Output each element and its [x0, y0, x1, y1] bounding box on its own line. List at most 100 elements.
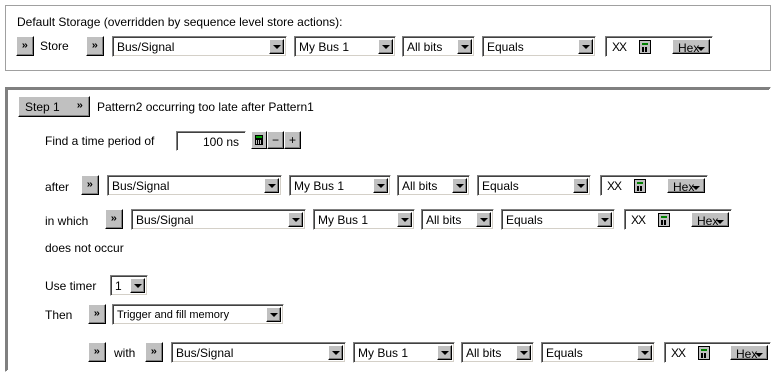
after-value-field[interactable]: XX Hex — [600, 175, 708, 196]
time-period-value: 100 ns — [202, 135, 239, 149]
store-operator-select[interactable]: Equals — [482, 36, 596, 57]
with-outer-menu-button[interactable]: » — [88, 342, 106, 362]
with-value-field[interactable]: XX Hex — [664, 342, 771, 363]
plus-icon: + — [288, 133, 296, 147]
in-which-operator-select[interactable]: Equals — [501, 209, 615, 230]
dropdown-arrow-icon[interactable] — [457, 39, 472, 54]
dropdown-arrow-icon[interactable] — [437, 345, 452, 360]
time-decrement-button[interactable]: − — [267, 131, 284, 149]
dropdown-arrow-icon[interactable] — [130, 278, 145, 293]
chevron-down-icon: » — [91, 40, 99, 51]
in-which-bits-select[interactable]: All bits — [421, 209, 494, 230]
step-button[interactable]: Step 1 » — [18, 96, 90, 117]
step-button-label: Step 1 — [25, 99, 60, 114]
dropdown-arrow-icon[interactable] — [373, 178, 388, 193]
chevron-down-icon: » — [93, 346, 101, 357]
does-not-occur-label: does not occur — [45, 241, 124, 255]
chevron-down-icon: » — [150, 346, 158, 357]
dropdown-arrow-icon[interactable] — [597, 212, 612, 227]
in-which-bus-select[interactable]: My Bus 1 — [313, 209, 415, 230]
store-type-menu-button[interactable]: » — [86, 36, 104, 56]
after-bus-select[interactable]: My Bus 1 — [289, 175, 391, 196]
dropdown-arrow-icon[interactable] — [573, 178, 588, 193]
chevron-down-icon: » — [86, 179, 94, 190]
in-which-value-text: XX — [631, 213, 646, 227]
chevron-down-icon: » — [110, 213, 118, 224]
dropdown-arrow-icon[interactable] — [476, 212, 491, 227]
timer-value: 1 — [115, 279, 122, 293]
after-source-select[interactable]: Bus/Signal — [107, 175, 282, 196]
store-bus-value: My Bus 1 — [299, 40, 350, 54]
in-which-value-field[interactable]: XX Hex — [624, 209, 732, 230]
radix-label: Hex — [697, 214, 719, 228]
store-source-select[interactable]: Bus/Signal — [112, 36, 287, 57]
in-which-menu-button[interactable]: » — [105, 209, 123, 229]
with-source-select[interactable]: Bus/Signal — [171, 342, 346, 363]
dropdown-arrow-icon[interactable] — [266, 307, 281, 322]
time-period-input[interactable]: 100 ns — [176, 131, 246, 151]
after-operator-value: Equals — [482, 179, 519, 193]
dropdown-arrow-icon[interactable] — [397, 212, 412, 227]
calculator-icon[interactable] — [639, 40, 651, 54]
action-value: Trigger and fill memory — [117, 309, 230, 321]
radix-label: Hex — [736, 347, 758, 361]
timer-select[interactable]: 1 — [110, 275, 148, 296]
dropdown-arrow-icon[interactable] — [378, 39, 393, 54]
with-operator-value: Equals — [546, 346, 583, 360]
store-value-text: XX — [612, 40, 627, 54]
dropdown-arrow-icon[interactable] — [637, 345, 652, 360]
after-operator-select[interactable]: Equals — [477, 175, 591, 196]
then-menu-button[interactable]: » — [88, 304, 106, 324]
with-menu-button[interactable]: » — [145, 342, 163, 362]
with-label: with — [114, 346, 136, 360]
with-bus-select[interactable]: My Bus 1 — [353, 342, 455, 363]
calculator-icon[interactable] — [698, 346, 710, 360]
with-operator-select[interactable]: Equals — [541, 342, 655, 363]
dropdown-arrow-icon[interactable] — [269, 39, 284, 54]
time-calculator-button[interactable] — [251, 131, 267, 149]
with-bus-value: My Bus 1 — [358, 346, 409, 360]
dropdown-arrow-icon[interactable] — [516, 345, 531, 360]
time-increment-button[interactable]: + — [284, 131, 301, 149]
after-source-value: Bus/Signal — [112, 179, 170, 193]
after-bus-value: My Bus 1 — [294, 179, 345, 193]
radix-label: Hex — [678, 41, 700, 55]
with-value-text: XX — [671, 346, 686, 360]
store-label: Store — [40, 39, 69, 53]
with-radix-button[interactable]: Hex — [730, 345, 768, 361]
with-source-value: Bus/Signal — [176, 346, 234, 360]
store-bits-select[interactable]: All bits — [402, 36, 475, 57]
in-which-operator-value: Equals — [506, 213, 543, 227]
calculator-icon[interactable] — [658, 213, 670, 227]
in-which-radix-button[interactable]: Hex — [691, 212, 729, 228]
dropdown-arrow-icon[interactable] — [288, 212, 303, 227]
after-bits-select[interactable]: All bits — [397, 175, 470, 196]
store-menu-button[interactable]: » — [16, 36, 34, 56]
then-label: Then — [45, 308, 73, 322]
in-which-label: in which — [45, 214, 89, 228]
dropdown-arrow-icon[interactable] — [578, 39, 593, 54]
store-value-field[interactable]: XX Hex — [605, 36, 713, 57]
use-timer-label: Use timer — [45, 279, 97, 293]
after-menu-button[interactable]: » — [81, 175, 99, 195]
in-which-bits-value: All bits — [426, 213, 462, 227]
dropdown-arrow-icon[interactable] — [264, 178, 279, 193]
dropdown-arrow-icon[interactable] — [452, 178, 467, 193]
after-radix-button[interactable]: Hex — [667, 178, 705, 194]
in-which-source-value: Bus/Signal — [136, 213, 194, 227]
store-radix-button[interactable]: Hex — [672, 39, 710, 55]
action-select[interactable]: Trigger and fill memory — [112, 304, 284, 325]
after-label: after — [45, 180, 70, 194]
store-operator-value: Equals — [487, 40, 524, 54]
radix-label: Hex — [673, 180, 695, 194]
store-bus-select[interactable]: My Bus 1 — [294, 36, 396, 57]
chevron-down-icon: » — [76, 100, 83, 111]
calculator-icon[interactable] — [634, 179, 646, 193]
store-source-value: Bus/Signal — [117, 40, 175, 54]
calculator-icon — [255, 135, 263, 145]
dropdown-arrow-icon[interactable] — [328, 345, 343, 360]
in-which-source-select[interactable]: Bus/Signal — [131, 209, 306, 230]
with-bits-select[interactable]: All bits — [461, 342, 534, 363]
after-bits-value: All bits — [402, 179, 438, 193]
chevron-down-icon: » — [21, 40, 29, 51]
